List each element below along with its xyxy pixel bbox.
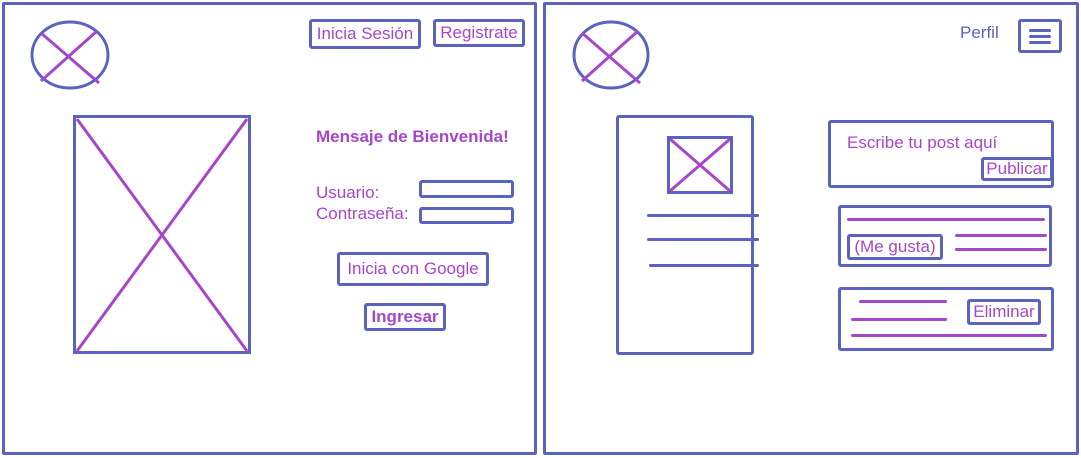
post-text-line	[955, 248, 1047, 251]
hero-image-placeholder	[73, 115, 251, 354]
post-text-line	[859, 300, 947, 303]
post-text-line	[851, 318, 947, 321]
avatar-placeholder-icon	[667, 136, 733, 194]
submit-button[interactable]: Ingresar	[364, 303, 446, 331]
post-text-line	[847, 218, 1045, 221]
feed-screen: Perfil Escribe tu post aquí Publicar (Me…	[543, 2, 1079, 455]
password-input[interactable]	[419, 207, 514, 224]
post-input-placeholder[interactable]: Escribe tu post aquí	[847, 133, 997, 153]
username-label: Usuario:	[316, 183, 380, 202]
password-label: Contraseña:	[316, 204, 409, 223]
profile-text-line	[647, 214, 759, 217]
profile-text-line	[649, 264, 759, 267]
register-button[interactable]: Registrate	[433, 19, 525, 47]
post-text-line	[955, 234, 1047, 237]
logo-placeholder-icon	[30, 20, 110, 90]
delete-button[interactable]: Eliminar	[967, 299, 1041, 325]
profile-link[interactable]: Perfil	[960, 23, 999, 43]
post-text-line	[851, 334, 1047, 337]
hamburger-menu-icon[interactable]	[1018, 19, 1062, 53]
new-post-box[interactable]: Escribe tu post aquí Publicar	[828, 120, 1054, 188]
login-screen: Inicia Sesión Registrate Mensaje de Bien…	[2, 2, 537, 455]
post-card: (Me gusta)	[838, 205, 1052, 267]
username-input[interactable]	[419, 180, 514, 198]
logo-placeholder-icon	[572, 20, 650, 90]
google-login-button[interactable]: Inicia con Google	[337, 252, 489, 286]
login-button[interactable]: Inicia Sesión	[309, 19, 421, 49]
profile-text-line	[647, 238, 759, 241]
like-button[interactable]: (Me gusta)	[847, 234, 943, 260]
post-card: Eliminar	[838, 287, 1054, 351]
profile-card	[616, 115, 759, 355]
welcome-message: Mensaje de Bienvenida!	[316, 127, 509, 146]
publish-button[interactable]: Publicar	[981, 157, 1053, 181]
